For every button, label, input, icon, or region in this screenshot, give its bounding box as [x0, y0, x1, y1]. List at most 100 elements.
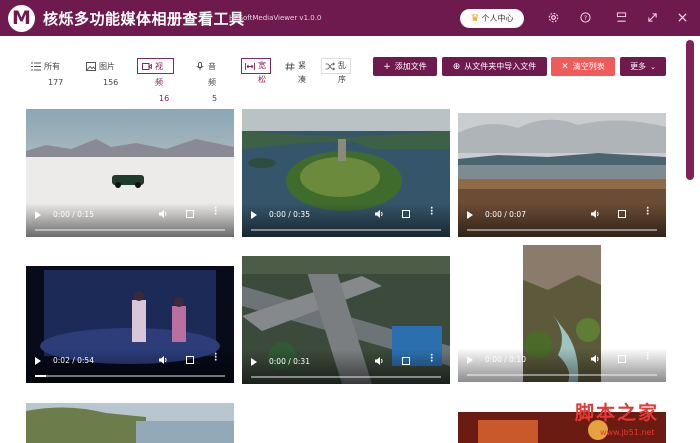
- more-options-icon[interactable]: · · ·: [214, 205, 217, 220]
- video-card[interactable]: [26, 403, 234, 443]
- minimize-icon[interactable]: [612, 9, 630, 27]
- fullscreen-icon[interactable]: [618, 210, 626, 218]
- more-options-icon[interactable]: · · ·: [646, 205, 649, 220]
- filter-label: 图片: [99, 62, 115, 71]
- fullscreen-icon[interactable]: [186, 210, 194, 218]
- volume-icon[interactable]: [374, 356, 384, 366]
- player-controls: 0:00 / 0:31 · · ·: [242, 350, 450, 384]
- settings-icon[interactable]: [544, 9, 562, 27]
- image-icon: [86, 62, 96, 71]
- filter-count: 5: [212, 94, 218, 103]
- wide-icon: [245, 63, 255, 70]
- filter-images[interactable]: 图片 156: [81, 58, 123, 87]
- more-button[interactable]: 更多 ⌄: [620, 57, 666, 76]
- layout-shuffle[interactable]: 乱序: [321, 58, 351, 84]
- app-version: HeSoftMediaViewer v1.0.0: [229, 14, 322, 22]
- player-controls: 0:00 / 0:35 · · ·: [242, 203, 450, 237]
- play-icon[interactable]: [467, 356, 473, 364]
- progress-track[interactable]: [35, 375, 225, 377]
- add-file-label: 添加文件: [394, 62, 427, 71]
- time-display: 0:00 / 0:07: [485, 210, 526, 219]
- more-options-icon[interactable]: · · ·: [646, 350, 649, 365]
- plus-icon: +: [383, 62, 391, 72]
- more-options-icon[interactable]: · · ·: [430, 352, 433, 367]
- filter-all[interactable]: 所有 177: [26, 58, 68, 87]
- volume-icon[interactable]: [590, 209, 600, 219]
- help-icon[interactable]: ?: [576, 9, 594, 27]
- play-icon[interactable]: [35, 211, 41, 219]
- fullscreen-icon[interactable]: [618, 355, 626, 363]
- maximize-icon[interactable]: [643, 9, 661, 27]
- video-thumbnail: [26, 403, 234, 443]
- filter-count: 16: [159, 94, 170, 103]
- time-display: 0:02 / 0:54: [53, 356, 94, 365]
- time-display: 0:00 / 0:15: [53, 210, 94, 219]
- progress-track[interactable]: [467, 374, 657, 376]
- video-card[interactable]: 0:00 / 0:15 · · ·: [26, 109, 234, 237]
- app-title: 核烁多功能媒体相册查看工具: [43, 10, 245, 28]
- filter-label: 视频: [155, 62, 163, 87]
- title-bar: M 核烁多功能媒体相册查看工具 HeSoftMediaViewer v1.0.0…: [0, 0, 700, 36]
- filter-label: 所有: [44, 62, 60, 71]
- fullscreen-icon[interactable]: [186, 356, 194, 364]
- progress-track[interactable]: [251, 376, 441, 378]
- filter-count: 177: [48, 78, 64, 87]
- video-icon: [142, 63, 152, 70]
- fullscreen-icon[interactable]: [402, 210, 410, 218]
- mic-icon: [196, 62, 204, 71]
- player-controls: 0:00 / 0:15 · · ·: [26, 203, 234, 237]
- layout-compact[interactable]: 紧凑: [281, 58, 311, 84]
- volume-icon[interactable]: [158, 355, 168, 365]
- layout-label: 乱序: [338, 61, 346, 84]
- user-center-button[interactable]: ♛ 个人中心: [460, 9, 524, 28]
- svg-text:?: ?: [583, 14, 586, 22]
- shuffle-icon: [325, 62, 335, 71]
- volume-icon[interactable]: [590, 354, 600, 364]
- hash-icon: [285, 62, 295, 71]
- watermark-url: www.jb51.net: [600, 428, 655, 437]
- player-controls: 0:00 / 0:10 · · ·: [458, 348, 666, 382]
- plus-circle-icon: ⊕: [452, 62, 461, 72]
- play-icon[interactable]: [251, 358, 257, 366]
- play-icon[interactable]: [251, 211, 257, 219]
- player-controls: 0:00 / 0:07 · · ·: [458, 203, 666, 237]
- x-icon: ✕: [561, 62, 569, 72]
- progress-fill: [35, 375, 47, 377]
- clear-list-label: 清空列表: [572, 62, 605, 71]
- progress-track[interactable]: [467, 229, 657, 231]
- play-icon[interactable]: [35, 357, 41, 365]
- chevron-down-icon: ⌄: [650, 63, 656, 71]
- video-card[interactable]: 0:00 / 0:35 · · ·: [242, 109, 450, 237]
- video-card[interactable]: 0:02 / 0:54 · · ·: [26, 266, 234, 383]
- video-card[interactable]: 0:00 / 0:10 · · ·: [458, 245, 666, 382]
- more-options-icon[interactable]: · · ·: [430, 205, 433, 220]
- more-label: 更多: [630, 62, 647, 71]
- clear-list-button[interactable]: ✕ 清空列表: [551, 57, 615, 76]
- progress-track[interactable]: [35, 229, 225, 231]
- layout-label: 宽松: [258, 61, 266, 84]
- watermark: 脚本之家: [575, 402, 660, 424]
- video-card[interactable]: 0:00 / 0:07 · · ·: [458, 113, 666, 237]
- volume-icon[interactable]: [374, 209, 384, 219]
- fullscreen-icon[interactable]: [402, 357, 410, 365]
- scrollbar-thumb[interactable]: [686, 40, 694, 180]
- crown-icon: ♛: [470, 13, 480, 24]
- app-logo: M: [8, 5, 35, 32]
- import-folder-button[interactable]: ⊕ 从文件夹中导入文件: [442, 57, 547, 76]
- progress-track[interactable]: [251, 229, 441, 231]
- layout-wide[interactable]: 宽松: [241, 58, 271, 84]
- filter-videos[interactable]: 视频 16: [137, 58, 175, 103]
- filter-label: 音频: [208, 62, 216, 87]
- close-icon[interactable]: [673, 9, 691, 27]
- filter-count: 156: [103, 78, 119, 87]
- add-file-button[interactable]: + 添加文件: [373, 57, 437, 76]
- time-display: 0:00 / 0:35: [269, 210, 310, 219]
- player-controls: 0:02 / 0:54 · · ·: [26, 349, 234, 383]
- user-center-label: 个人中心: [481, 14, 514, 23]
- video-card[interactable]: 0:00 / 0:31 · · ·: [242, 256, 450, 384]
- more-options-icon[interactable]: · · ·: [214, 351, 217, 366]
- filter-audio[interactable]: 音频 5: [190, 58, 222, 103]
- play-icon[interactable]: [467, 211, 473, 219]
- time-display: 0:00 / 0:31: [269, 357, 310, 366]
- volume-icon[interactable]: [158, 209, 168, 219]
